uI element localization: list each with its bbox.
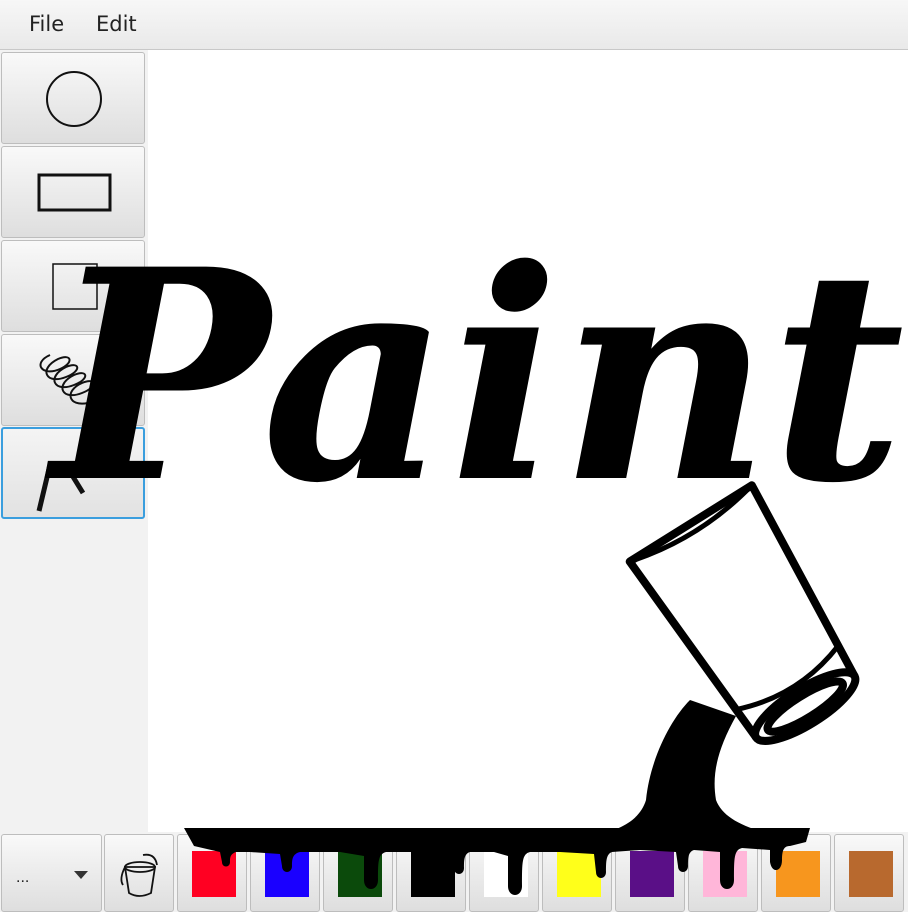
- swatch-fill: [192, 851, 236, 897]
- swatch-fill: [484, 851, 528, 897]
- swatch-fill: [849, 851, 893, 897]
- swatch-fill: [630, 851, 674, 897]
- square-tool-button[interactable]: [1, 240, 145, 332]
- rectangle-icon: [37, 173, 112, 212]
- color-palette: ...: [0, 832, 908, 912]
- color-swatch-purple[interactable]: [615, 834, 685, 912]
- swatch-fill: [703, 851, 747, 897]
- color-swatch-brown[interactable]: [834, 834, 904, 912]
- brush-size-dropdown[interactable]: ...: [1, 834, 102, 912]
- color-swatch-black[interactable]: [396, 834, 466, 912]
- swatch-fill: [338, 851, 382, 897]
- file-menu[interactable]: File: [29, 12, 64, 36]
- square-icon: [52, 263, 98, 310]
- swatch-fill: [557, 851, 601, 897]
- color-swatch-yellow[interactable]: [542, 834, 612, 912]
- circle-tool-button[interactable]: [1, 52, 145, 144]
- swatch-fill: [411, 851, 455, 897]
- brush-size-value: ...: [16, 869, 30, 886]
- color-swatch-blue[interactable]: [250, 834, 320, 912]
- circle-icon: [46, 71, 102, 127]
- edit-menu[interactable]: Edit: [96, 12, 137, 36]
- color-swatch-orange[interactable]: [761, 834, 831, 912]
- color-swatch-green[interactable]: [323, 834, 393, 912]
- color-swatch-red[interactable]: [177, 834, 247, 912]
- color-swatch-pink[interactable]: [688, 834, 758, 912]
- dropdown-arrow-icon: [74, 871, 88, 879]
- freehand-tool-button[interactable]: [1, 334, 145, 426]
- paint-bucket-icon: [120, 853, 158, 897]
- shape-toolbar: [0, 50, 148, 832]
- polyline-icon: [36, 464, 86, 512]
- scribble-icon: [39, 354, 95, 405]
- drawing-canvas[interactable]: [148, 50, 908, 832]
- swatch-fill: [776, 851, 820, 897]
- rectangle-tool-button[interactable]: [1, 146, 145, 238]
- menu-bar: File Edit: [0, 0, 908, 50]
- fill-tool-button[interactable]: [104, 834, 174, 912]
- polyline-tool-button[interactable]: [1, 427, 145, 519]
- swatch-fill: [265, 851, 309, 897]
- color-swatch-white[interactable]: [469, 834, 539, 912]
